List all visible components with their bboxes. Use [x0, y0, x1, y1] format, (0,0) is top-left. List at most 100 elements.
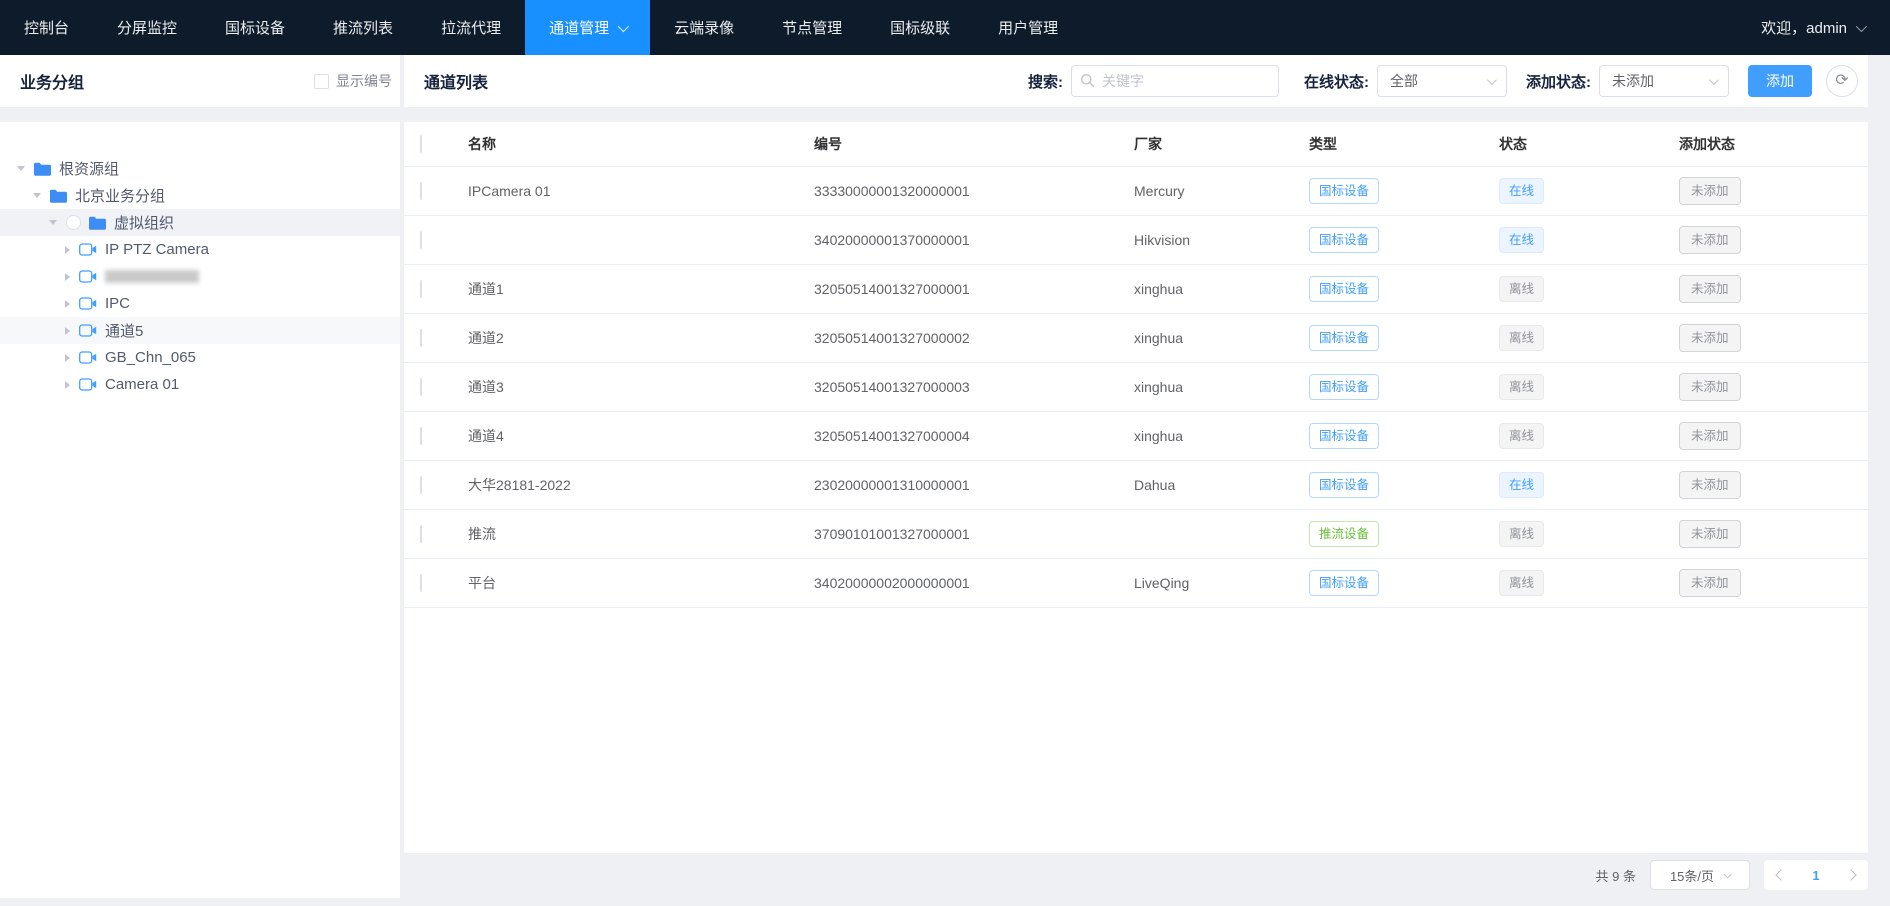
- caret-right-icon[interactable]: [65, 300, 70, 308]
- caret-right-icon[interactable]: [65, 327, 70, 335]
- cell-type: 国标设备: [1309, 325, 1499, 352]
- tree-item-label: 通道5: [105, 320, 143, 341]
- nav-item-2[interactable]: 国标设备: [201, 0, 309, 55]
- tree-item-label: 虚拟组织: [114, 212, 174, 233]
- nav-item-7[interactable]: 节点管理: [758, 0, 866, 55]
- nav-item-3[interactable]: 推流列表: [309, 0, 417, 55]
- radio-circle[interactable]: [66, 215, 81, 230]
- refresh-button[interactable]: ⟳: [1826, 65, 1858, 97]
- row-checkbox[interactable]: [420, 182, 422, 200]
- page-title: 通道列表: [424, 69, 488, 93]
- cell-type: 国标设备: [1309, 570, 1499, 597]
- column-header-3: 类型: [1309, 134, 1499, 154]
- row-checkbox[interactable]: [420, 525, 422, 543]
- online-status-select[interactable]: 全部: [1377, 65, 1507, 97]
- page-size-value: 15条/页: [1670, 866, 1714, 885]
- folder-icon: [34, 162, 51, 176]
- add-status-tag: 未添加: [1679, 275, 1741, 304]
- row-checkbox[interactable]: [420, 231, 422, 249]
- tree-item-4[interactable]: [0, 263, 400, 290]
- row-checkbox[interactable]: [420, 476, 422, 494]
- table-row: 平台34020000002000000001LiveQing国标设备离线未添加: [404, 559, 1868, 608]
- cell-add-status: 未添加: [1679, 226, 1868, 255]
- select-all-checkbox[interactable]: [420, 135, 422, 153]
- chevron-down-icon: [1723, 870, 1731, 878]
- tree-item-5[interactable]: IPC: [0, 290, 400, 317]
- row-checkbox-cell: [404, 477, 468, 493]
- row-checkbox[interactable]: [420, 427, 422, 445]
- tree-item-3[interactable]: IP PTZ Camera: [0, 236, 400, 263]
- cell-add-status: 未添加: [1679, 422, 1868, 451]
- cell-status: 在线: [1499, 227, 1679, 254]
- table-row: 通道232050514001327000002xinghua国标设备离线未添加: [404, 314, 1868, 363]
- online-status-value: 全部: [1390, 71, 1418, 91]
- cell-status: 离线: [1499, 423, 1679, 450]
- tree-item-6[interactable]: 通道5: [0, 317, 400, 344]
- folder-icon: [50, 189, 67, 203]
- tree-item-1[interactable]: 北京业务分组: [0, 182, 400, 209]
- tree-item-8[interactable]: Camera 01: [0, 371, 400, 398]
- top-navbar: 控制台分屏监控国标设备推流列表拉流代理通道管理云端录像节点管理国标级联用户管理 …: [0, 0, 1890, 55]
- tree-item-0[interactable]: 根资源组: [0, 155, 400, 182]
- caret-right-icon[interactable]: [65, 354, 70, 362]
- caret-down-icon[interactable]: [33, 193, 41, 198]
- row-checkbox-cell: [404, 575, 468, 591]
- add-status-value: 未添加: [1612, 71, 1654, 91]
- cell-id: 32050514001327000003: [814, 379, 1134, 395]
- search-icon: [1080, 73, 1095, 88]
- caret-right-icon[interactable]: [65, 246, 70, 254]
- table-header-row: 名称编号厂家类型状态添加状态: [404, 122, 1868, 167]
- status-tag: 离线: [1499, 570, 1544, 597]
- nav-item-0[interactable]: 控制台: [0, 0, 93, 55]
- cell-vendor: Hikvision: [1134, 232, 1309, 248]
- group-tree: 根资源组北京业务分组虚拟组织 IP PTZ Camera IPC 通道5 GB_Chn_…: [0, 155, 400, 398]
- nav-item-1[interactable]: 分屏监控: [93, 0, 201, 55]
- cell-vendor: xinghua: [1134, 330, 1309, 346]
- tree-item-label: GB_Chn_065: [105, 349, 196, 366]
- caret-down-icon[interactable]: [17, 166, 25, 171]
- page-size-select[interactable]: 15条/页: [1650, 860, 1750, 890]
- type-tag: 国标设备: [1309, 227, 1379, 254]
- current-page-button[interactable]: 1: [1812, 868, 1819, 883]
- add-status-tag: 未添加: [1679, 177, 1741, 206]
- status-tag: 离线: [1499, 276, 1544, 303]
- search-input[interactable]: [1071, 65, 1279, 97]
- status-tag: 离线: [1499, 423, 1544, 450]
- nav-item-6[interactable]: 云端录像: [650, 0, 758, 55]
- show-number-label: 显示编号: [336, 71, 392, 91]
- nav-item-8[interactable]: 国标级联: [866, 0, 974, 55]
- previous-page-button[interactable]: [1775, 869, 1786, 880]
- status-tag: 在线: [1499, 472, 1544, 499]
- row-checkbox[interactable]: [420, 574, 422, 592]
- row-checkbox[interactable]: [420, 329, 422, 347]
- camera-icon: [79, 378, 97, 391]
- nav-item-5[interactable]: 通道管理: [525, 0, 650, 55]
- add-status-tag: 未添加: [1679, 520, 1741, 549]
- user-menu[interactable]: 欢迎，admin: [1761, 0, 1890, 55]
- nav-item-9[interactable]: 用户管理: [974, 0, 1082, 55]
- cell-vendor: LiveQing: [1134, 575, 1309, 591]
- cell-add-status: 未添加: [1679, 471, 1868, 500]
- tree-item-7[interactable]: GB_Chn_065: [0, 344, 400, 371]
- show-number-checkbox[interactable]: [314, 74, 329, 89]
- add-button[interactable]: 添加: [1748, 65, 1812, 97]
- nav-item-label: 国标级联: [890, 17, 950, 38]
- cell-status: 离线: [1499, 325, 1679, 352]
- add-status-tag: 未添加: [1679, 226, 1741, 255]
- nav-item-4[interactable]: 拉流代理: [417, 0, 525, 55]
- add-status-tag: 未添加: [1679, 324, 1741, 353]
- caret-down-icon[interactable]: [49, 220, 57, 225]
- show-number-toggle[interactable]: 显示编号: [314, 71, 392, 91]
- caret-right-icon[interactable]: [65, 381, 70, 389]
- table-row: 34020000001370000001Hikvision国标设备在线未添加: [404, 216, 1868, 265]
- caret-right-icon[interactable]: [65, 273, 70, 281]
- next-page-button[interactable]: [1845, 869, 1856, 880]
- table-row: 通道132050514001327000001xinghua国标设备离线未添加: [404, 265, 1868, 314]
- add-status-select[interactable]: 未添加: [1599, 65, 1729, 97]
- cell-add-status: 未添加: [1679, 373, 1868, 402]
- row-checkbox[interactable]: [420, 280, 422, 298]
- row-checkbox[interactable]: [420, 378, 422, 396]
- cell-type: 推流设备: [1309, 521, 1499, 548]
- type-tag: 国标设备: [1309, 570, 1379, 597]
- tree-item-2[interactable]: 虚拟组织: [0, 209, 400, 236]
